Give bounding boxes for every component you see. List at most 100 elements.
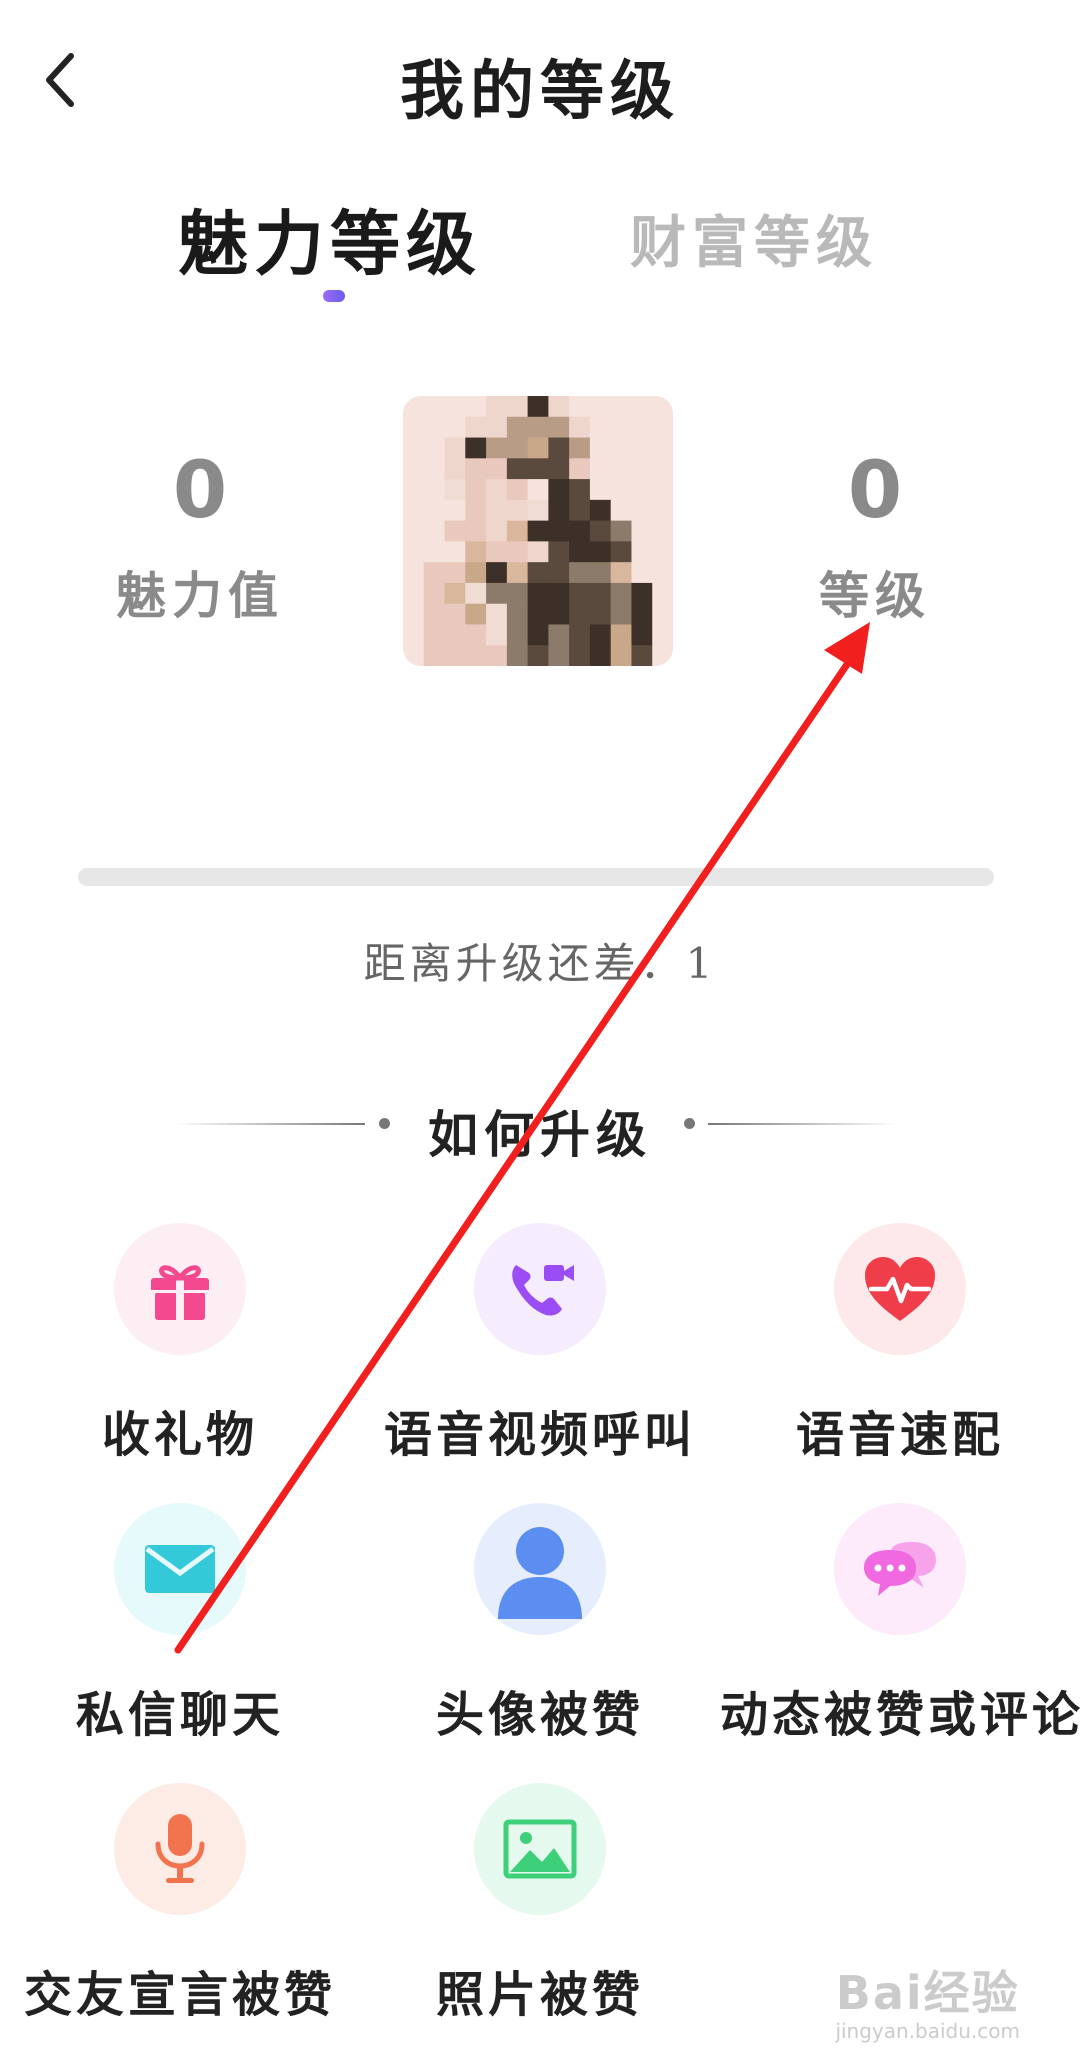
avatar-pixel [444,458,466,480]
avatar-pixel [423,520,446,542]
avatar-pixel [527,479,549,501]
avatar-pixel [548,603,570,626]
level-value: 0 [847,446,903,536]
avatar-pixel [569,562,591,584]
avatar-pixel [631,458,653,480]
avatar-pixel [589,541,612,563]
avatar-pixel [652,562,673,584]
avatar-pixel [631,396,653,418]
upgrade-item-voice-match[interactable]: 语音速配 [720,1223,1080,1465]
avatar-pixel [569,499,591,522]
avatar-pixel [569,396,591,418]
user-icon [498,1527,582,1619]
avatar-pixel [548,562,570,584]
watermark-main: Bai经验 [835,1966,1020,2020]
heartbeat-icon [865,1257,935,1321]
avatar-pixel [403,645,425,666]
upgrade-item-moment-liked[interactable]: 动态被赞或评论 [720,1503,1080,1745]
avatar-pixel [589,437,612,459]
avatar-pixel [506,479,529,501]
upgrade-item-private-chat[interactable]: 私信聊天 [0,1503,360,1745]
avatar-pixel [527,499,549,522]
section-divider-right [708,1123,898,1125]
avatar-pixel [506,645,529,666]
upgrade-item-label: 交友宣言被赞 [23,1967,336,2023]
upgrade-item-photo-liked[interactable]: 照片被赞 [360,1783,720,2025]
mail-icon [145,1545,215,1593]
upgrade-item-label: 收礼物 [101,1407,258,1463]
avatar-pixel [569,645,591,666]
avatar-pixel [589,624,612,646]
avatar-pixel [569,603,591,626]
tab-wealth-level[interactable]: 财富等级 [630,198,878,279]
avatar-pixel [548,499,570,522]
user-icon-badge [474,1503,606,1635]
avatar-pixel [444,437,466,459]
avatar-pixel [423,624,446,646]
mail-icon-badge [114,1503,246,1635]
section-dot-right [684,1118,695,1129]
avatar-pixel [506,624,529,646]
avatar-pixel [403,603,425,626]
avatar-pixel [548,479,570,501]
avatar-pixel [548,541,570,563]
avatar-pixel [569,624,591,646]
avatar-pixel [506,562,529,584]
avatar-pixel [631,562,653,584]
avatar-pixel [423,541,446,563]
microphone-icon-badge [114,1783,246,1915]
avatar-pixel [506,396,529,418]
avatar-pixel [589,499,612,522]
avatar-pixel [610,437,633,459]
avatar-pixel [465,582,487,605]
avatar-pixel [465,520,487,542]
charm-value: 0 [172,446,228,536]
upgrade-item-label: 私信聊天 [75,1687,284,1743]
upgrade-item-video-call[interactable]: 语音视频呼叫 [360,1223,720,1465]
avatar-pixel [403,520,425,542]
how-to-upgrade-title: 如何升级 [428,1105,652,1164]
avatar-pixel [589,562,612,584]
avatar-pixel [403,562,425,584]
avatar-pixel [569,479,591,501]
gift-icon-badge [114,1223,246,1355]
avatar-pixel [423,437,446,459]
avatar-pixel [589,603,612,626]
upgrade-item-avatar-liked[interactable]: 头像被赞 [360,1503,720,1745]
avatar-pixel [444,603,466,626]
avatar-pixel [423,458,446,480]
gift-icon [151,1265,209,1320]
video-call-icon-badge [474,1223,606,1355]
avatar-pixel [486,396,508,418]
avatar-pixel [444,499,466,522]
avatar-pixel [610,624,633,646]
avatar-pixel [610,541,633,563]
avatar-pixel [548,458,570,480]
avatar-pixel [423,582,446,605]
avatar-pixel [403,582,425,605]
avatar-pixel [486,479,508,501]
avatar-pixel [444,582,466,605]
avatar-pixel [589,396,612,418]
avatar-pixel [527,603,549,626]
avatar-pixel [527,437,549,459]
avatar-pixel [486,437,508,459]
avatar-pixel [569,416,591,439]
avatar-pixel [506,520,529,542]
upgrade-item-declaration-liked[interactable]: 交友宣言被赞 [0,1783,360,2025]
avatar-pixel [631,479,653,501]
upgrade-item-gift[interactable]: 收礼物 [0,1223,360,1465]
tab-charm-level[interactable]: 魅力等级 [178,188,482,289]
avatar-pixel [527,562,549,584]
avatar[interactable] [403,396,673,666]
avatar-pixel [527,520,549,542]
avatar-pixel [631,603,653,626]
avatar-pixel [423,479,446,501]
avatar-pixel [506,603,529,626]
heartbeat-icon-badge [834,1223,966,1355]
avatar-pixel [589,582,612,605]
annotation-arrow [174,622,870,1654]
avatar-pixel [444,645,466,666]
avatar-pixel [589,479,612,501]
avatar-pixel [423,416,446,439]
